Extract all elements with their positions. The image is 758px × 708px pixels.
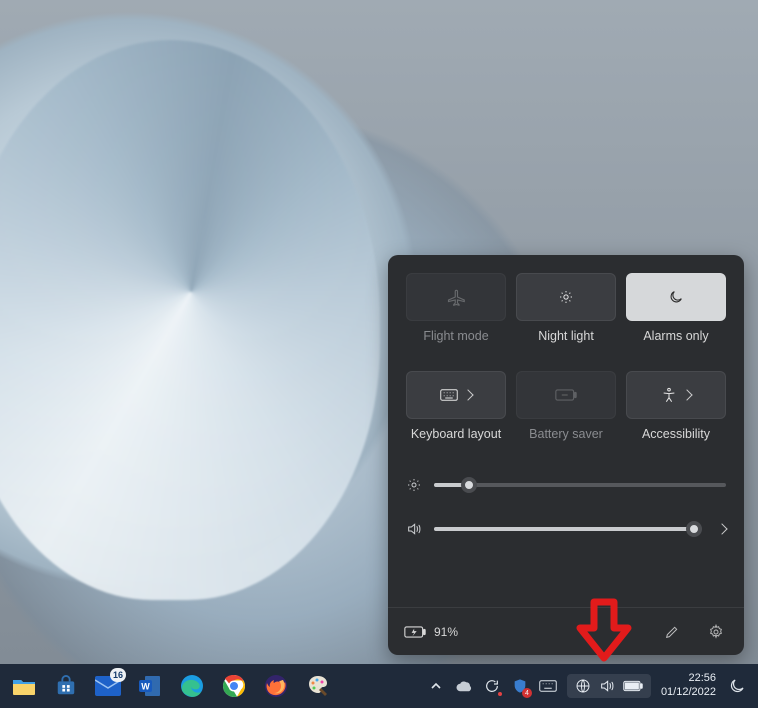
mail-badge: 16 [110, 668, 126, 682]
firefox-icon[interactable] [262, 672, 290, 700]
accessibility-tile[interactable] [626, 371, 726, 419]
taskbar-clock[interactable]: 22:56 01/12/2022 [661, 672, 716, 700]
tile-group-accessibility: Accessibility [626, 371, 726, 441]
svg-text:W: W [141, 682, 150, 692]
quick-settings-row-1: Flight mode Night light Alarms only [406, 273, 726, 343]
brightness-slider[interactable] [434, 483, 726, 487]
chevron-right-icon [681, 389, 692, 400]
keyboard-layout-label: Keyboard layout [411, 427, 501, 441]
brightness-slider-row [406, 477, 726, 493]
tile-group-battery-saver: Battery saver [516, 371, 616, 441]
battery-percent-text: 91% [434, 625, 458, 639]
flight-mode-tile[interactable] [406, 273, 506, 321]
brightness-icon [406, 477, 422, 493]
clock-date: 01/12/2022 [661, 686, 716, 700]
paint-icon[interactable] [304, 672, 332, 700]
airplane-icon [447, 288, 465, 306]
taskbar: 16 W 4 [0, 664, 758, 708]
battery-tray-icon [623, 680, 643, 692]
taskbar-system-tray: 4 22:56 01/12/2022 [427, 672, 752, 700]
quick-settings-tray-cluster[interactable] [567, 674, 651, 698]
accessibility-label: Accessibility [642, 427, 710, 441]
word-icon[interactable]: W [136, 672, 164, 700]
volume-icon [406, 521, 422, 537]
security-tray-icon[interactable]: 4 [511, 677, 529, 695]
mail-icon[interactable]: 16 [94, 672, 122, 700]
alarms-only-tile[interactable] [626, 273, 726, 321]
quick-settings-footer: 91% [388, 607, 744, 655]
footer-actions [660, 620, 728, 644]
battery-saver-label: Battery saver [529, 427, 603, 441]
night-light-label: Night light [538, 329, 594, 343]
onedrive-tray-icon[interactable] [455, 677, 473, 695]
night-light-tile[interactable] [516, 273, 616, 321]
accessibility-icon [661, 387, 677, 403]
file-explorer-icon[interactable] [10, 672, 38, 700]
windows-update-tray-icon[interactable] [483, 677, 501, 695]
tile-group-keyboard-layout: Keyboard layout [406, 371, 506, 441]
tile-group-night-light: Night light [516, 273, 616, 343]
tile-group-flight-mode: Flight mode [406, 273, 506, 343]
chrome-icon[interactable] [220, 672, 248, 700]
keyboard-layout-tile[interactable] [406, 371, 506, 419]
edge-icon[interactable] [178, 672, 206, 700]
edit-quick-settings-button[interactable] [660, 620, 684, 644]
night-light-icon [558, 289, 574, 305]
chevron-right-icon [462, 389, 473, 400]
quick-settings-row-2: Keyboard layout Battery saver Accessibil… [406, 371, 726, 441]
volume-slider-row [406, 521, 726, 537]
clock-time: 22:56 [661, 672, 716, 686]
alarms-only-label: Alarms only [643, 329, 708, 343]
open-settings-button[interactable] [704, 620, 728, 644]
volume-slider[interactable] [434, 527, 702, 531]
security-badge: 4 [522, 688, 532, 698]
battery-charging-icon [404, 626, 426, 638]
microsoft-store-icon[interactable] [52, 672, 80, 700]
input-indicator-icon[interactable] [539, 677, 557, 695]
battery-status[interactable]: 91% [404, 625, 458, 639]
focus-assist-tray-icon[interactable] [726, 677, 748, 695]
moon-icon [668, 289, 684, 305]
gear-icon [708, 624, 724, 640]
tile-group-alarms-only: Alarms only [626, 273, 726, 343]
quick-settings-panel: Flight mode Night light Alarms only [388, 255, 744, 655]
pencil-icon [664, 624, 680, 640]
battery-saver-icon [555, 389, 577, 401]
volume-flyout-chevron-icon[interactable] [716, 523, 727, 534]
network-tray-icon [575, 678, 591, 694]
battery-saver-tile[interactable] [516, 371, 616, 419]
volume-tray-icon [599, 678, 615, 694]
wallpaper-bloom [0, 40, 380, 600]
tray-overflow-chevron[interactable] [427, 677, 445, 695]
keyboard-icon [440, 388, 458, 402]
flight-mode-label: Flight mode [423, 329, 488, 343]
taskbar-pinned-apps: 16 W [4, 672, 332, 700]
